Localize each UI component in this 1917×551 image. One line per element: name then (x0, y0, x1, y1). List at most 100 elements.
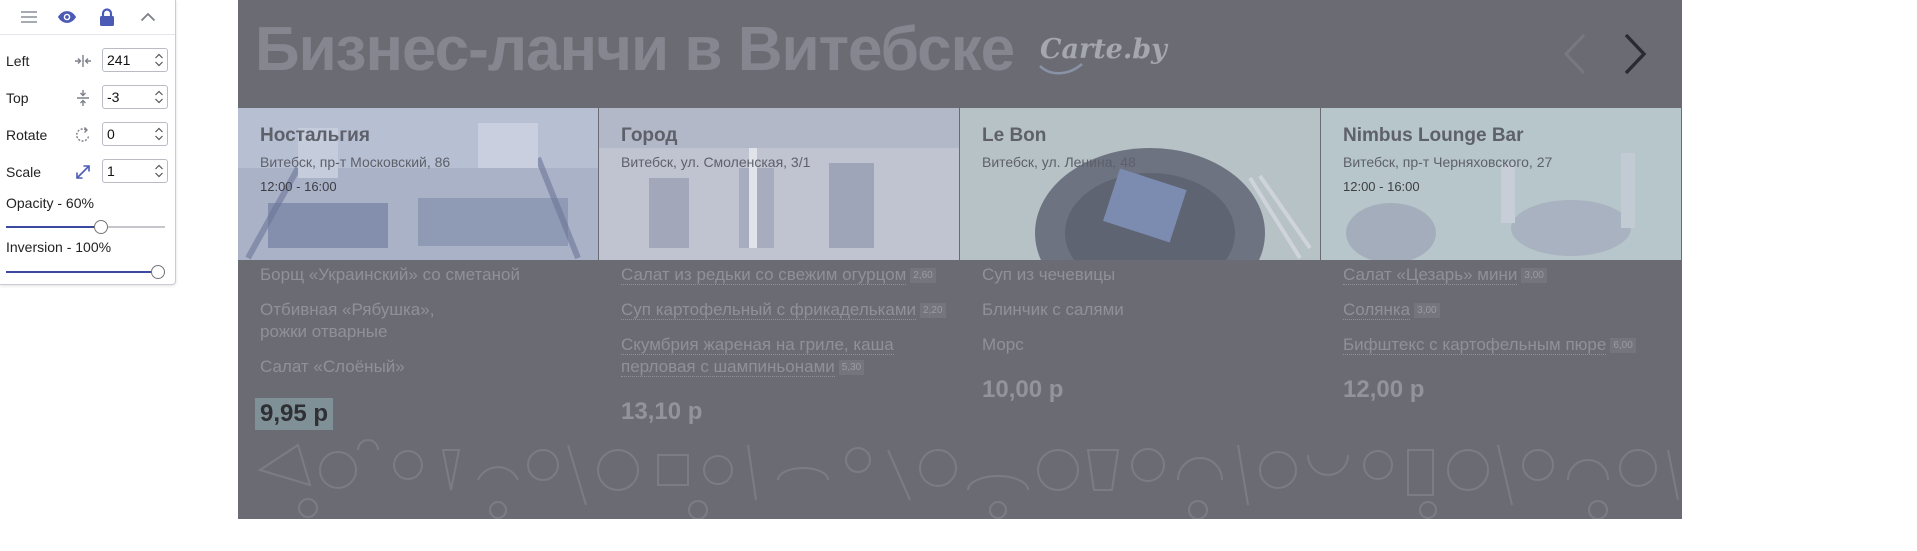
restaurant-name: Ностальгия (260, 125, 370, 146)
top-input-field[interactable] (107, 89, 145, 105)
dish-name: Морс (982, 335, 1024, 354)
opacity-slider-handle[interactable] (94, 220, 108, 234)
menu-total: 10,00 р (982, 376, 1322, 404)
dish-price-badge: 3,00 (1414, 303, 1440, 319)
rotate-input-field[interactable] (107, 126, 145, 142)
dish-item: Блинчик с салями (982, 299, 1322, 321)
rotate-row: Rotate (6, 122, 168, 148)
left-row: Left (6, 48, 168, 74)
chevron-up-icon[interactable] (138, 7, 158, 27)
dish-price-badge: 2,60 (910, 268, 936, 284)
chevron-left-icon (1563, 33, 1586, 75)
inversion-label: Inversion - 100% (6, 239, 112, 255)
inversion-slider-fill (6, 271, 165, 273)
dish-name: Солянка (1343, 300, 1411, 320)
restaurant-address: Витебск, ул. Ленина, 48 (982, 154, 1136, 170)
restaurant-name: Le Bon (982, 125, 1047, 146)
menu-total-price: 13,10 р (621, 398, 703, 425)
dish-item: Морс (982, 334, 1322, 356)
restaurant-address: Витебск, пр-т Московский, 86 (260, 154, 451, 170)
scale-label: Scale (6, 164, 42, 180)
inversion-slider-handle[interactable] (151, 265, 165, 279)
opacity-slider-fill (6, 226, 101, 228)
menu-column: Салат из редьки со свежим огурцом 2,60 Суп… (621, 264, 961, 426)
dish-item[interactable]: Суп картофельный с фрикадельками 2,20 (621, 299, 961, 321)
dish-item[interactable]: Скумбрия жареная на гриле, каша перловая… (621, 334, 961, 378)
spin-arrows-icon[interactable] (154, 89, 164, 105)
dish-item[interactable]: Салат из редьки со свежим огурцом 2,60 (621, 264, 961, 286)
left-input[interactable] (102, 48, 168, 72)
lock-icon[interactable] (97, 7, 117, 27)
dish-item[interactable]: Солянка 3,00 (1343, 299, 1682, 321)
menu-column: Салат «Цезарь» мини 3,00 Солянка 3,00 Бифште… (1343, 264, 1682, 404)
rotate-input[interactable] (102, 122, 168, 146)
opacity-label: Opacity - 60% (6, 195, 94, 211)
dish-item: Салат «Слоёный» (260, 356, 600, 378)
menu-icon[interactable] (19, 7, 39, 27)
scale-input-field[interactable] (107, 163, 145, 179)
brand-logo[interactable]: Carte.by (1040, 34, 1167, 65)
left-input-field[interactable] (107, 52, 145, 68)
overlay-control-panel: Left Top Rotate Scale Opacity - 60% (0, 0, 176, 285)
dish-item: Суп из чечевицы (982, 264, 1322, 286)
carousel-next-button[interactable] (1620, 32, 1650, 76)
spin-arrows-icon[interactable] (154, 126, 164, 142)
spin-arrows-icon[interactable] (154, 163, 164, 179)
menu-total: 9,95 р (255, 398, 600, 430)
dish-name: Салат «Цезарь» мини (1343, 265, 1518, 285)
dish-name: Суп из чечевицы (982, 265, 1116, 284)
dish-name: Блинчик с салями (982, 300, 1124, 319)
menu-total-price: 10,00 р (982, 376, 1064, 403)
dish-price-badge: 2,20 (920, 303, 946, 319)
dish-name: Отбивная «Рябушка», рожки отварные (260, 300, 435, 341)
inversion-slider-track[interactable] (6, 265, 165, 279)
dish-item[interactable]: Бифштекс с картофельным пюре 6,00 (1343, 334, 1682, 356)
dish-item: Борщ «Украинский» со сметаной (260, 264, 600, 286)
dish-price-badge: 3,00 (1521, 268, 1547, 284)
scale-icon (76, 165, 90, 179)
dish-name: Суп картофельный с фрикадельками (621, 300, 917, 320)
restaurant-hours: 12:00 - 16:00 (260, 179, 337, 194)
restaurant-hours: 12:00 - 16:00 (1343, 179, 1420, 194)
carousel-prev-button[interactable] (1560, 32, 1590, 76)
opacity-slider-rest (101, 226, 165, 228)
restaurant-card[interactable]: Le Bon Витебск, ул. Ленина, 48 (960, 108, 1320, 260)
food-doodle-decoration (257, 439, 1679, 519)
menu-total: 13,10 р (621, 398, 961, 426)
spin-arrows-icon[interactable] (154, 52, 164, 68)
scale-input[interactable] (102, 159, 168, 183)
dish-name: Борщ «Украинский» со сметаной (260, 265, 520, 284)
menu-column: Борщ «Украинский» со сметаной Отбивная «Р… (255, 264, 600, 430)
website-screenshot: Бизнес-ланчи в Витебске Carte.by Носталь… (238, 0, 1682, 519)
restaurant-address: Витебск, ул. Смоленская, 3/1 (621, 154, 811, 170)
opacity-slider-track[interactable] (6, 220, 165, 234)
rotate-label: Rotate (6, 127, 48, 143)
dish-name: Салат из редьки со свежим огурцом (621, 265, 907, 285)
top-label: Top (6, 90, 29, 106)
logo-swoosh-icon (1039, 63, 1083, 75)
menu-column: Суп из чечевицы Блинчик с салями Морс 10,00… (982, 264, 1322, 404)
menu-total-price: 12,00 р (1343, 376, 1425, 403)
dish-item: Отбивная «Рябушка», рожки отварные (260, 299, 600, 343)
top-row: Top (6, 85, 168, 111)
horizontal-align-icon (75, 55, 91, 67)
restaurant-name: Город (621, 125, 678, 146)
restaurant-cards: Ностальгия Витебск, пр-т Московский, 86 … (238, 108, 1682, 260)
eye-icon[interactable] (57, 7, 77, 27)
dish-name: Салат «Слоёный» (260, 357, 405, 376)
vertical-align-icon (77, 90, 89, 106)
dish-name: Бифштекс с картофельным пюре (1343, 335, 1607, 355)
restaurant-card[interactable]: Nimbus Lounge Bar Витебск, пр-т Черняхов… (1321, 108, 1681, 260)
rotate-icon (76, 127, 90, 142)
restaurant-card[interactable]: Ностальгия Витебск, пр-т Московский, 86 … (238, 108, 598, 260)
menu-total-price: 9,95 р (255, 398, 334, 430)
chevron-right-icon (1624, 33, 1647, 75)
dish-item[interactable]: Салат «Цезарь» мини 3,00 (1343, 264, 1682, 286)
restaurant-card[interactable]: Город Витебск, ул. Смоленская, 3/1 (599, 108, 959, 260)
menu-total: 12,00 р (1343, 376, 1682, 404)
dish-price-badge: 6,00 (1610, 338, 1636, 354)
left-label: Left (6, 53, 30, 69)
scale-row: Scale (6, 159, 168, 185)
top-input[interactable] (102, 85, 168, 109)
restaurant-name: Nimbus Lounge Bar (1343, 125, 1524, 146)
